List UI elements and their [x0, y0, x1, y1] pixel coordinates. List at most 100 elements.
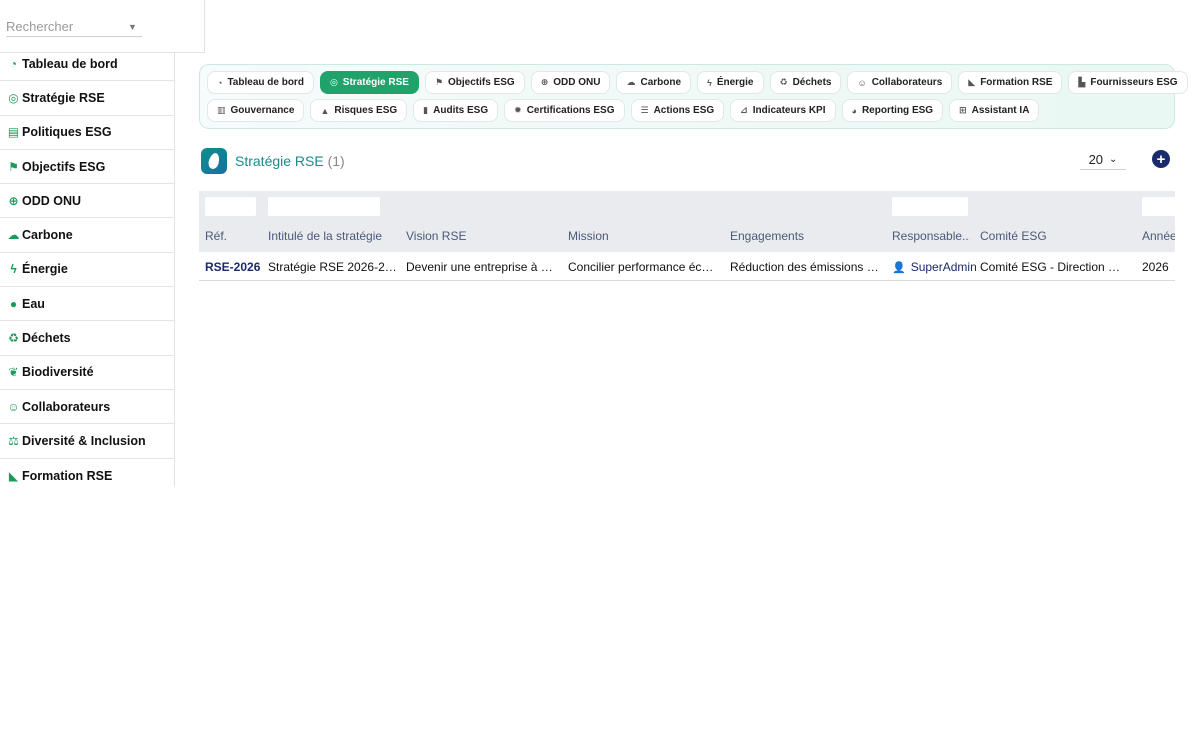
tab-row-1: ◔ Tableau de bord ◎ Stratégie RSE ⚑ Objectifs… [207, 71, 1188, 94]
column-header-mission[interactable]: Mission [568, 229, 609, 243]
tab-assistant-ia[interactable]: ⊞ Assistant IA [949, 99, 1040, 122]
column-header-comite[interactable]: Comité ESG [980, 229, 1047, 243]
tab-dechets[interactable]: ♻ Déchets [769, 71, 842, 94]
page-title-text: Stratégie RSE [235, 153, 324, 169]
tab-gouvernance[interactable]: ▥ Gouvernance [207, 99, 305, 122]
user-icon: 👤 [892, 261, 906, 274]
users-icon: ☺ [7, 399, 20, 414]
cloud-icon: ☁ [626, 77, 636, 87]
chevron-down-icon: ⌄ [1109, 154, 1118, 165]
graduation-cap-icon: ◣ [8, 468, 19, 483]
column-header-ref[interactable]: Réf. [205, 229, 227, 243]
sidebar-item-diversite-and-inclusion[interactable]: ⚖ Diversité & Inclusion [0, 424, 175, 459]
tab-label: Collaborateurs [871, 77, 943, 88]
tab-risques-esg[interactable]: ▲ Risques ESG [310, 99, 408, 122]
users-icon: ☺ [857, 77, 867, 88]
warning-icon: ▲ [320, 105, 330, 116]
sidebar-item-label: Déchets [22, 331, 71, 346]
tab-indicateurs-kpi[interactable]: ⊿ Indicateurs KPI [730, 99, 836, 122]
tab-label: Gouvernance [230, 105, 295, 116]
cloud-icon: ☁ [7, 228, 20, 243]
tab-audits-esg[interactable]: ▮ Audits ESG [413, 99, 499, 122]
sidebar-item-collaborateurs[interactable]: ☺ Collaborateurs [0, 390, 175, 425]
column-header-engagements[interactable]: Engagements [730, 229, 804, 243]
table-row[interactable]: RSE-2026 Stratégie RSE 2026-2029 Devenir… [199, 252, 1175, 281]
recycle-icon: ♻ [8, 331, 19, 346]
sidebar-item-carbone[interactable]: ☁ Carbone [0, 218, 175, 253]
sidebar: ◔ Tableau de bord ◎ Stratégie RSE ▤ Politique… [0, 0, 175, 486]
search-input[interactable] [6, 19, 124, 34]
sidebar-item-politiques-esg[interactable]: ▤ Politiques ESG [0, 116, 175, 150]
clipboard-icon: ▮ [423, 105, 429, 115]
tab-row-2: ▥ Gouvernance ▲ Risques ESG ▮ Audits ESG ✹ Cert… [207, 99, 1040, 122]
pie-chart-icon: ◕ [851, 105, 857, 116]
column-header-vision[interactable]: Vision RSE [406, 229, 466, 243]
robot-icon: ⊞ [959, 105, 967, 115]
leaf-icon: ❦ [8, 365, 19, 380]
sidebar-item-eau[interactable]: ● Eau [0, 287, 175, 322]
sidebar-item-label: ODD ONU [22, 193, 82, 208]
droplet-icon: ● [9, 296, 18, 311]
tab-tableau-de-bord[interactable]: ◔ Tableau de bord [207, 71, 314, 94]
tab-certifications-esg[interactable]: ✹ Certifications ESG [504, 99, 625, 122]
search-container: ▼ [0, 0, 205, 53]
tab-objectifs-esg[interactable]: ⚑ Objectifs ESG [424, 71, 525, 94]
cell-mission: Concilier performance économique et resp… [568, 260, 717, 274]
tab-strategie-rse[interactable]: ◎ Stratégie RSE [319, 71, 419, 94]
strategy-table: Réf. Intitulé de la stratégie Vision RSE… [199, 191, 1175, 281]
tab-label: Assistant IA [971, 105, 1030, 116]
graduation-cap-icon: ◣ [968, 77, 976, 87]
table-header: Réf. Intitulé de la stratégie Vision RSE… [199, 191, 1175, 252]
filter-input-responsable[interactable] [892, 197, 968, 216]
responsable-name[interactable]: SuperAdmin [911, 260, 976, 274]
sidebar-item-odd-onu[interactable]: ⊕ ODD ONU [0, 184, 175, 219]
tab-energie[interactable]: ϟ Énergie [697, 71, 764, 94]
globe-icon: ⊕ [540, 77, 549, 87]
target-icon: ◎ [329, 77, 338, 87]
tab-collaborateurs[interactable]: ☺ Collaborateurs [847, 71, 953, 94]
sidebar-item-label: Stratégie RSE [22, 90, 105, 105]
sidebar-item-energie[interactable]: ϟ Énergie [0, 253, 175, 288]
dashboard-icon: ◔ [217, 77, 223, 88]
line-chart-icon: ⊿ [740, 105, 748, 115]
filter-input-title[interactable] [268, 197, 380, 216]
sidebar-item-formation-rse[interactable]: ◣ Formation RSE [0, 459, 175, 493]
filter-input-ref[interactable] [205, 197, 256, 216]
tab-label: Formation RSE [980, 77, 1053, 88]
tab-fournisseurs-esg[interactable]: ▙ Fournisseurs ESG [1068, 71, 1188, 94]
caret-down-icon[interactable]: ▼ [128, 22, 137, 32]
column-header-title[interactable]: Intitulé de la stratégie [268, 229, 382, 243]
list-icon: ☰ [640, 105, 649, 115]
balance-icon: ⚖ [8, 433, 19, 448]
tab-carbone[interactable]: ☁ Carbone [616, 71, 692, 94]
module-tab-bar: ◔ Tableau de bord ◎ Stratégie RSE ⚑ Objectifs… [199, 64, 1188, 129]
recycle-icon: ♻ [779, 77, 788, 87]
column-header-responsable[interactable]: Responsable... [892, 229, 970, 243]
globe-icon: ⊕ [8, 193, 19, 208]
filter-input-annee[interactable] [1142, 197, 1175, 216]
tab-odd-onu[interactable]: ⊕ ODD ONU [530, 71, 611, 94]
sidebar-item-strategie-rse[interactable]: ◎ Stratégie RSE [0, 81, 175, 116]
sidebar-item-dechets[interactable]: ♻ Déchets [0, 321, 175, 356]
building-icon: ▥ [217, 105, 226, 115]
cell-ref[interactable]: RSE-2026 [205, 260, 263, 274]
tab-reporting-esg[interactable]: ◕ Reporting ESG [841, 99, 944, 122]
bolt-icon: ϟ [707, 77, 712, 88]
tab-label: Actions ESG [653, 105, 715, 116]
cell-annee: 2026 [1142, 260, 1169, 274]
sidebar-item-biodiversite[interactable]: ❦ Biodiversité [0, 356, 175, 390]
cell-vision: Devenir une entreprise à impact positif [406, 260, 555, 274]
sidebar-item-objectifs-esg[interactable]: ⚑ Objectifs ESG [0, 150, 175, 185]
sidebar-item-label: Formation RSE [22, 468, 113, 483]
tab-actions-esg[interactable]: ☰ Actions ESG [630, 99, 725, 122]
cell-responsable[interactable]: 👤 SuperAdmin [892, 260, 976, 274]
column-header-annee[interactable]: Année [1142, 229, 1175, 243]
tab-formation-rse[interactable]: ◣ Formation RSE [958, 71, 1063, 94]
scroll-icon: ▤ [7, 125, 20, 140]
tab-label: Tableau de bord [227, 77, 304, 88]
search-field[interactable]: ▼ [6, 17, 142, 37]
page-size-select[interactable]: 20 ⌄ [1080, 150, 1126, 170]
add-record-button[interactable]: + [1152, 150, 1170, 168]
tab-label: ODD ONU [553, 77, 601, 88]
flag-icon: ⚑ [434, 77, 444, 87]
